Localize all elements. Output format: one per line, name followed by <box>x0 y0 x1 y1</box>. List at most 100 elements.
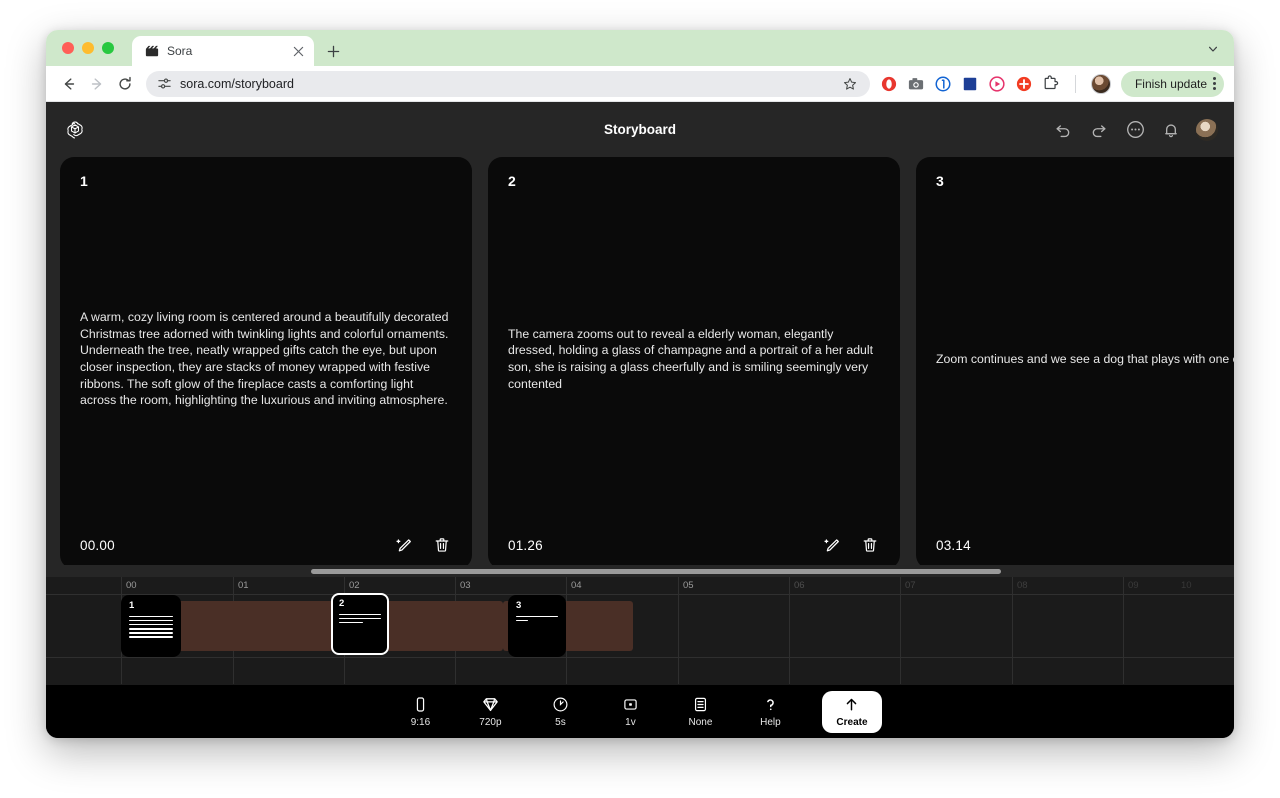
card-description[interactable]: The camera zooms out to reveal a elderly… <box>508 326 880 392</box>
close-tab-button[interactable] <box>290 43 306 59</box>
toolbar-divider <box>1074 74 1076 93</box>
clip-number: 2 <box>339 598 345 609</box>
scrollbar-thumb[interactable] <box>311 569 1001 574</box>
ruler-label: 03 <box>460 580 471 591</box>
browser-tab-sora[interactable]: Sora <box>132 36 314 66</box>
card-footer: 01.26 <box>508 529 880 555</box>
redo-button[interactable] <box>1088 119 1110 141</box>
aspect-ratio-phone-icon <box>412 696 429 714</box>
preset-option[interactable]: None <box>678 692 722 732</box>
question-mark-icon <box>762 696 779 714</box>
magic-pencil-icon[interactable] <box>822 535 842 555</box>
resolution-label: 720p <box>479 716 502 728</box>
trash-icon[interactable] <box>432 535 452 555</box>
storyboard-card[interactable]: 2 The camera zooms out to reveal a elder… <box>488 157 900 569</box>
undo-button[interactable] <box>1052 119 1074 141</box>
variations-label: 1v <box>625 716 636 728</box>
bookmark-star-icon[interactable] <box>840 74 860 94</box>
forward-button[interactable] <box>84 71 110 97</box>
card-number: 2 <box>508 173 516 189</box>
minimize-window-button[interactable] <box>82 42 94 54</box>
aspect-ratio-option[interactable]: 9:16 <box>398 692 442 732</box>
address-bar[interactable]: sora.com/storyboard <box>146 70 870 97</box>
openai-logo-icon[interactable] <box>62 117 88 143</box>
clapperboard-icon <box>144 44 159 59</box>
ruler-label: 08 <box>1017 580 1028 591</box>
preset-label: None <box>688 716 713 728</box>
duration-option[interactable]: 5s <box>538 692 582 732</box>
card-timestamp: 00.00 <box>80 537 115 553</box>
variations-option[interactable]: 1v <box>608 692 652 732</box>
storyboard-cards-scroll[interactable]: 1 A warm, cozy living room is centered a… <box>46 157 1234 577</box>
one-password-extension-icon[interactable] <box>934 75 952 93</box>
tab-list-chevron-down-icon[interactable] <box>1202 38 1224 60</box>
blue-square-extension-icon[interactable] <box>961 75 979 93</box>
opera-extension-icon[interactable] <box>880 75 898 93</box>
new-tab-button[interactable] <box>320 38 346 64</box>
maximize-window-button[interactable] <box>102 42 114 54</box>
timeline-clip[interactable]: 3 <box>508 595 566 657</box>
reload-button[interactable] <box>112 71 138 97</box>
timeline[interactable]: 00 01 02 03 04 05 06 07 08 09 10 1 2 3 <box>46 577 1234 685</box>
browser-profile-avatar[interactable] <box>1090 73 1111 94</box>
timeline-clip[interactable]: 2 <box>331 593 389 655</box>
timeline-ruler: 00 01 02 03 04 05 06 07 08 09 10 <box>46 577 1234 684</box>
more-options-button[interactable] <box>1124 119 1146 141</box>
plus-circle-extension-icon[interactable] <box>1015 75 1033 93</box>
timeline-track[interactable]: 1 2 3 <box>46 593 1234 658</box>
puzzle-extensions-icon[interactable] <box>1042 75 1060 93</box>
storyboard-preset-icon <box>692 696 709 714</box>
video-record-extension-icon[interactable] <box>988 75 1006 93</box>
card-number: 1 <box>80 173 88 189</box>
variations-icon <box>622 696 639 714</box>
app-header: Storyboard <box>46 102 1234 157</box>
clip-text-lines <box>129 615 173 639</box>
card-body: Zoom continues and we see a dog that pla… <box>936 189 1234 529</box>
card-description[interactable]: Zoom continues and we see a dog that pla… <box>936 351 1234 368</box>
ruler-label: 07 <box>905 580 916 591</box>
create-button[interactable]: Create <box>822 690 882 733</box>
help-button[interactable]: Help <box>748 692 792 732</box>
card-footer: 00.00 <box>80 529 452 555</box>
clip-text-lines <box>516 615 558 622</box>
browser-toolbar: sora.com/storyboard Finish update <box>46 66 1234 102</box>
storyboard-cards-area: 1 A warm, cozy living room is centered a… <box>46 157 1234 577</box>
site-settings-icon[interactable] <box>156 76 172 92</box>
sora-app: Storyboard 1 A warm, cozy living room is… <box>46 102 1234 738</box>
browser-menu-kebab-icon[interactable] <box>1213 77 1216 90</box>
clip-number: 1 <box>129 600 135 611</box>
clip-text-lines <box>339 613 381 624</box>
back-button[interactable] <box>56 71 82 97</box>
window-traffic-lights <box>58 30 122 66</box>
track-baseline <box>46 657 1234 658</box>
card-description[interactable]: A warm, cozy living room is centered aro… <box>80 309 452 409</box>
card-body: A warm, cozy living room is centered aro… <box>80 189 452 529</box>
ruler-label: 05 <box>683 580 694 591</box>
address-bar-url: sora.com/storyboard <box>180 76 294 91</box>
aspect-ratio-label: 9:16 <box>410 716 431 728</box>
cards-horizontal-scrollbar[interactable] <box>46 565 1234 577</box>
card-timestamp: 01.26 <box>508 537 543 553</box>
notifications-bell-icon[interactable] <box>1160 119 1182 141</box>
finish-update-button[interactable]: Finish update <box>1120 70 1224 97</box>
camera-extension-icon[interactable] <box>907 75 925 93</box>
create-label: Create <box>836 716 868 728</box>
storyboard-card[interactable]: 1 A warm, cozy living room is centered a… <box>60 157 472 569</box>
close-window-button[interactable] <box>62 42 74 54</box>
ruler-label: 04 <box>571 580 582 591</box>
card-timestamp: 03.14 <box>936 537 971 553</box>
trash-icon[interactable] <box>860 535 880 555</box>
extension-icons <box>878 73 1111 94</box>
browser-tab-title: Sora <box>167 44 193 58</box>
resolution-option[interactable]: 720p <box>468 692 512 732</box>
card-footer: 03.14 <box>936 529 1234 555</box>
ruler-label: 01 <box>238 580 249 591</box>
magic-pencil-icon[interactable] <box>394 535 414 555</box>
duration-clock-icon <box>552 696 569 714</box>
timeline-clip[interactable]: 1 <box>121 595 181 657</box>
browser-window: Sora sora.com/storyboard Finish update S… <box>46 30 1234 738</box>
storyboard-card[interactable]: 3 Zoom continues and we see a dog that p… <box>916 157 1234 569</box>
arrow-up-icon <box>843 696 860 714</box>
resolution-diamond-icon <box>481 696 500 714</box>
user-avatar[interactable] <box>1196 118 1218 141</box>
